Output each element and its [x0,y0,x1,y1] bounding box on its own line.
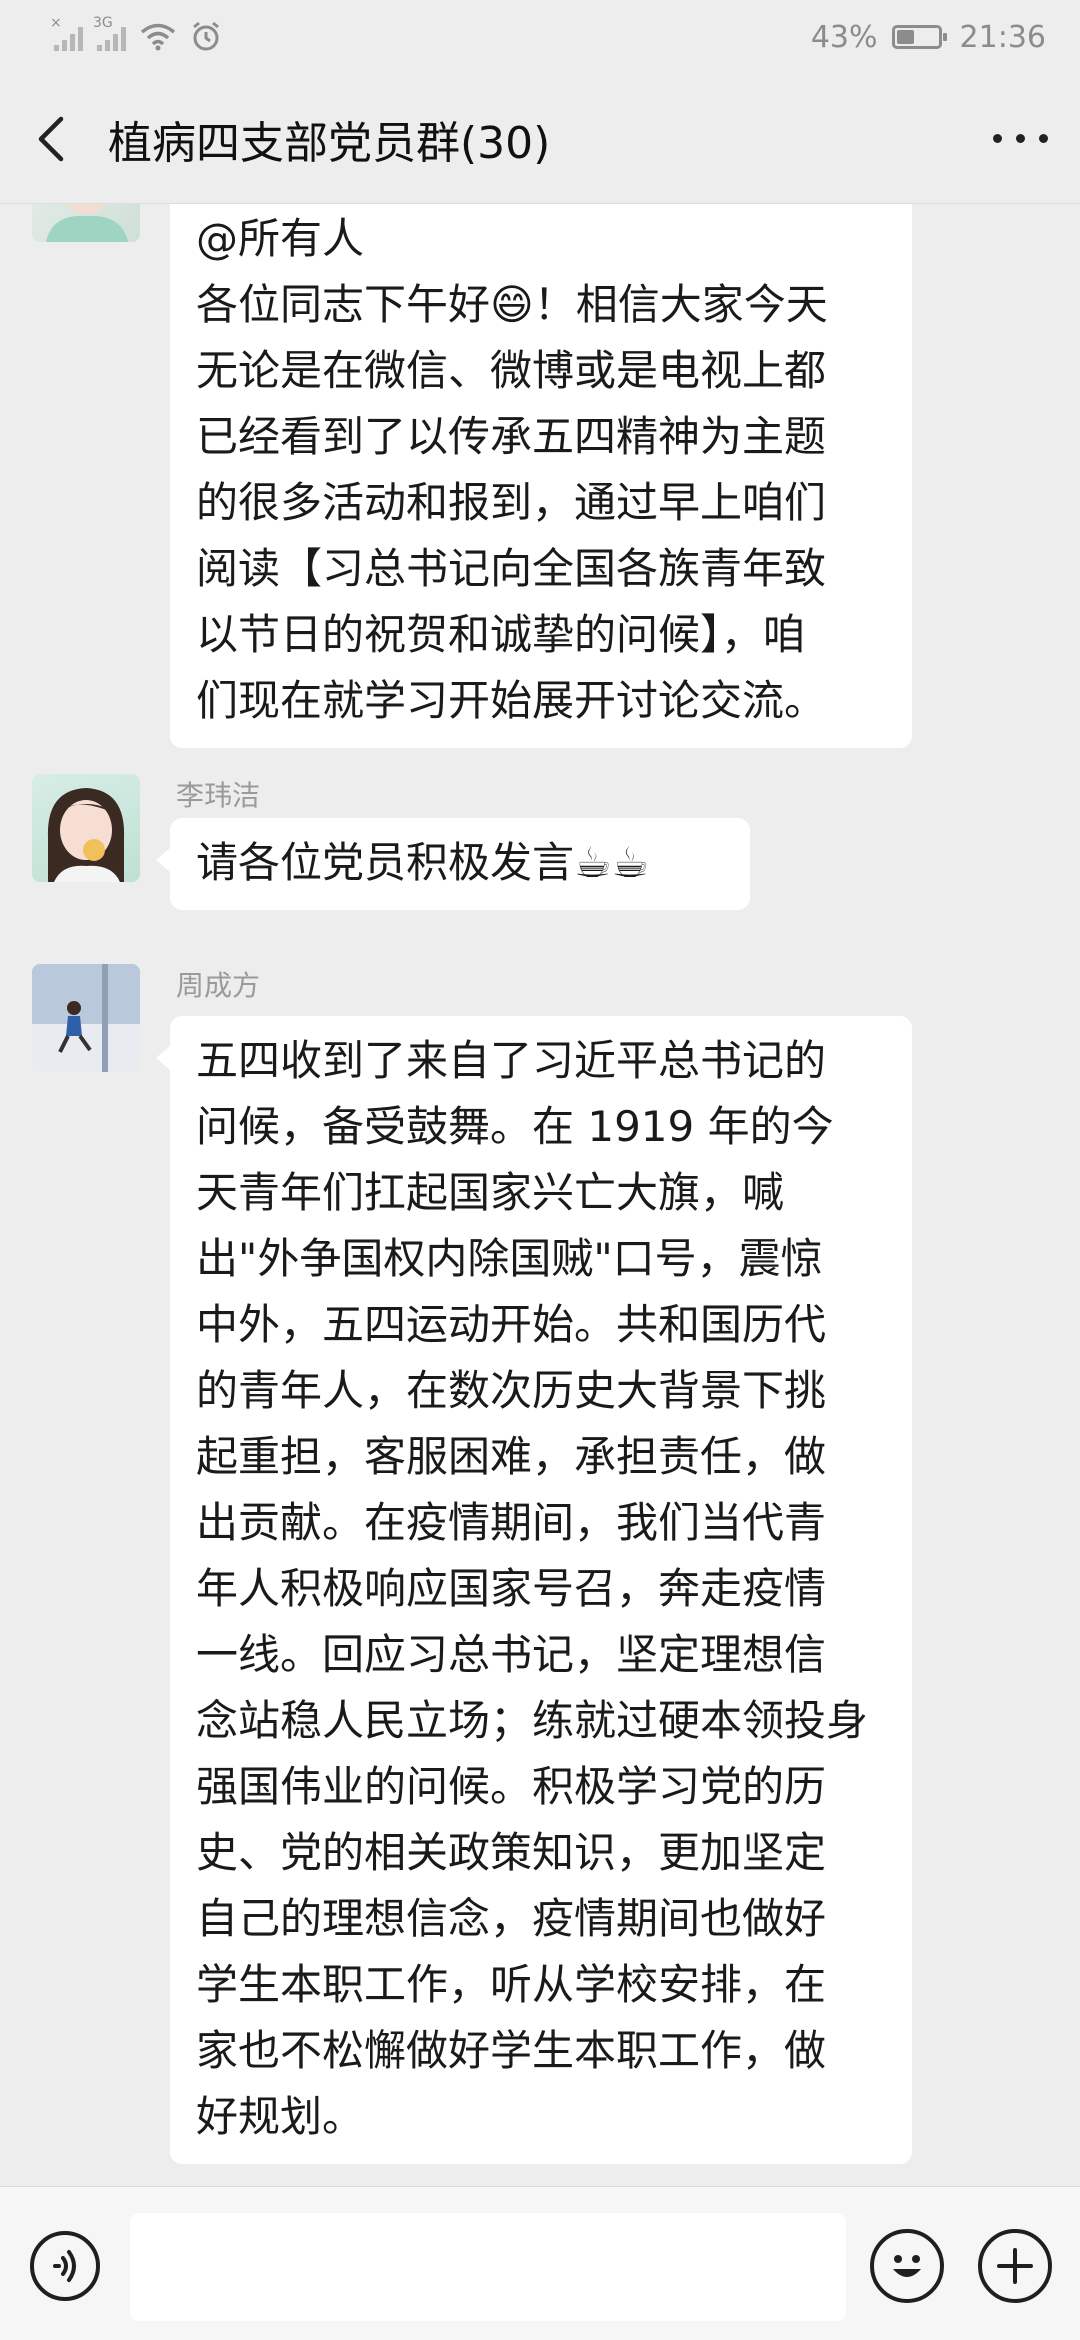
signal-icon: × [50,15,83,51]
wifi-icon [140,23,176,51]
message-line: 各位同志下午好😄！相信大家今天 [196,280,828,329]
status-bar-left: × 3G [50,15,222,53]
message-bubble[interactable]: @所有人 各位同志下午好😄！相信大家今天 无论是在微信、微博或是电视上都 已经看… [170,204,912,748]
battery-percent: 43% [810,19,878,55]
voice-icon [53,2250,76,2282]
message-line: 一线。回应习总书记，坚定理想信 [196,1630,827,1679]
more-dots-icon [992,134,1002,143]
emoji-icon [893,2255,921,2277]
status-bar-right: 43% 21:36 [811,20,1046,55]
back-button[interactable] [0,74,100,204]
input-bar [0,2186,1080,2340]
message-line: 史、党的相关政策知识，更加坚定 [196,1828,827,1877]
plus-button[interactable] [978,2229,1052,2303]
signal-2-label: 3G [93,15,113,31]
sender-name: 周成方 [176,969,261,1002]
chat-header: 植病四支部党员群(30) [0,74,1080,204]
emoji-button[interactable] [870,2229,944,2303]
message-line: 问候，备受鼓舞。在 1919 年的今 [196,1102,834,1151]
message-line: 好规划。 [196,2092,365,2141]
battery-icon [891,25,947,49]
avatar[interactable] [32,204,140,242]
message-line: @所有人 [196,214,365,263]
avatar[interactable] [32,964,140,1072]
message-line: 强国伟业的问候。积极学习党的历 [196,1762,827,1811]
message-line: 阅读【习总书记向全国各族青年致 [196,544,827,593]
signal-1-label: × [50,15,62,31]
chevron-left-icon [38,116,64,161]
message-line: 出贡献。在疫情期间，我们当代青 [196,1498,827,1547]
message-line: 中外，五四运动开始。共和国历代 [196,1300,827,1349]
signal-icon-2: 3G [93,15,126,51]
message-line: 的青年人，在数次历史大背景下挑 [196,1366,827,1415]
message-line: 请各位党员积极发言☕☕ [196,838,650,887]
message-line: 无论是在微信、微博或是电视上都 [196,346,827,395]
battery-fill [896,30,914,44]
message-line: 念站稳人民立场；练就过硬本领投身 [196,1696,869,1745]
avatar-image [47,788,125,882]
more-button[interactable] [960,74,1080,204]
message-bubble[interactable]: 五四收到了来自了习近平总书记的 问候，备受鼓舞。在 1919 年的今 天青年们扛… [156,1016,912,2164]
message-input[interactable] [130,2213,846,2321]
clock: 21:36 [959,19,1046,55]
message-line: 天青年们扛起国家兴亡大旗，喊 [196,1168,785,1217]
message-line: 的很多活动和报到，通过早上咱们 [196,478,827,527]
alarm-icon [193,21,219,51]
message-line: 学生本职工作，听从学校安排，在 [196,1960,827,2009]
chat-title: 植病四支部党员群(30) [108,117,551,169]
message-line: 五四收到了来自了习近平总书记的 [196,1036,827,1085]
message-line: 家也不松懈做好学生本职工作，做 [196,2026,827,2075]
avatar-image [46,204,128,242]
message-line: 年人积极响应国家号召，奔走疫情 [196,1564,827,1613]
message-line: 以节日的祝贺和诚挚的问候】，咱 [196,610,806,659]
sender-name: 李玮洁 [176,779,261,812]
message-line: 已经看到了以传承五四精神为主题 [196,412,827,461]
status-bar: × 3G 43% 21:36 [0,0,1080,74]
avatar[interactable] [32,774,140,882]
plus-icon [997,2248,1033,2284]
message-bubble[interactable]: 请各位党员积极发言☕☕ [156,818,750,910]
message-line: 起重担，客服困难，承担责任，做 [196,1432,827,1481]
avatar-image [32,964,140,1072]
message-line: 出"外争国权内除国贼"口号，震惊 [196,1234,823,1283]
message-line: 自己的理想信念，疫情期间也做好 [196,1894,827,1943]
message-line: 们现在就学习开始展开讨论交流。 [196,676,827,725]
voice-button[interactable] [30,2231,100,2301]
message-list[interactable]: @所有人 各位同志下午好😄！相信大家今天 无论是在微信、微博或是电视上都 已经看… [0,204,1080,2184]
